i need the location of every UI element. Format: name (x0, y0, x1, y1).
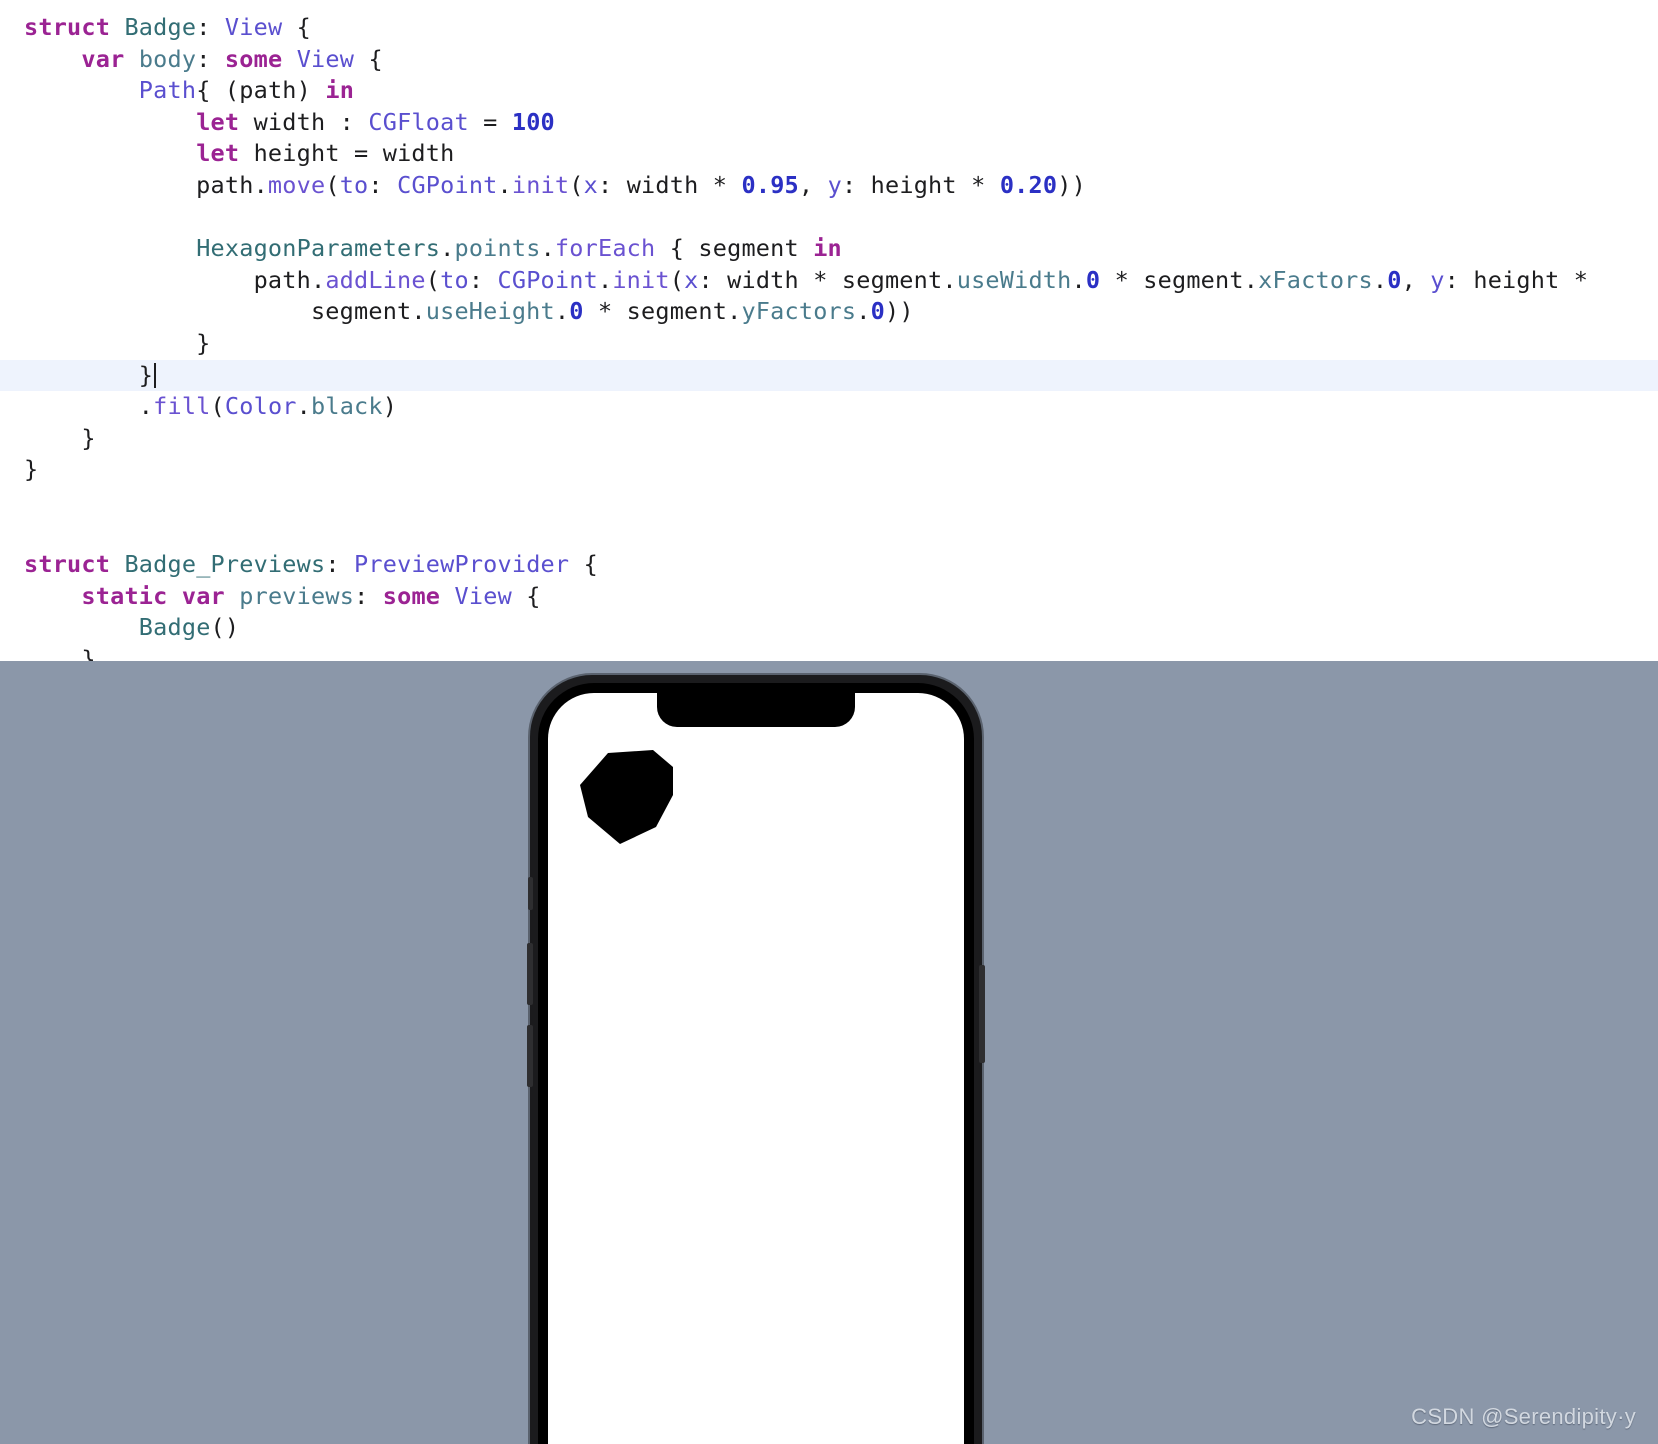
code-editor-pane[interactable]: struct Badge: View { var body: some View… (0, 0, 1658, 661)
code-line[interactable]: Badge() (0, 612, 1658, 644)
code-line[interactable]: path.move(to: CGPoint.init(x: width * 0.… (0, 170, 1658, 202)
device-notch (657, 693, 855, 727)
volume-down-button[interactable] (527, 1025, 533, 1087)
code-line[interactable]: var body: some View { (0, 44, 1658, 76)
code-line-blank[interactable] (0, 202, 1658, 234)
code-line[interactable]: segment.useHeight.0 * segment.yFactors.0… (0, 296, 1658, 328)
preview-canvas[interactable]: CSDN @Serendipity·y (0, 661, 1658, 1444)
code-line[interactable]: } (0, 328, 1658, 360)
code-line[interactable]: let width : CGFloat = 100 (0, 107, 1658, 139)
code-line[interactable]: HexagonParameters.points.forEach { segme… (0, 233, 1658, 265)
code-line[interactable]: static var previews: some View { (0, 581, 1658, 613)
code-line[interactable]: .fill(Color.black) (0, 391, 1658, 423)
volume-up-button[interactable] (527, 943, 533, 1005)
code-line[interactable]: struct Badge: View { (0, 12, 1658, 44)
code-line[interactable]: } (0, 644, 1658, 661)
screenshot-root: struct Badge: View { var body: some View… (0, 0, 1658, 1444)
code-line-cursor[interactable]: } (0, 359, 1658, 392)
code-line[interactable]: Path{ (path) in (0, 75, 1658, 107)
watermark-text: CSDN @Serendipity·y (1411, 1404, 1636, 1429)
mute-switch-button[interactable] (528, 877, 533, 910)
code-line-blank[interactable] (0, 486, 1658, 518)
code-line[interactable]: path.addLine(to: CGPoint.init(x: width *… (0, 265, 1658, 297)
code-line[interactable]: struct Badge_Previews: PreviewProvider { (0, 549, 1658, 581)
device-preview[interactable] (527, 675, 985, 1444)
code-line[interactable]: } (0, 454, 1658, 486)
hexagon-badge-shape (578, 747, 678, 847)
code-line[interactable]: } (0, 423, 1658, 455)
power-button[interactable] (979, 965, 985, 1063)
code-line[interactable]: let height = width (0, 138, 1658, 170)
code-line-blank[interactable] (0, 518, 1658, 550)
text-cursor (154, 362, 157, 388)
device-screen[interactable] (548, 693, 964, 1444)
